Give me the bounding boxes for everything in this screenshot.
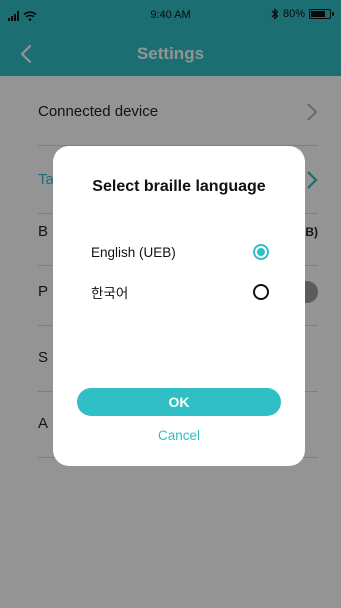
radio-button[interactable]	[253, 284, 269, 300]
language-option-english[interactable]: English (UEB)	[91, 240, 269, 264]
radio-button[interactable]	[253, 244, 269, 260]
language-option-korean[interactable]: 한국어	[91, 280, 269, 304]
ok-button[interactable]: OK	[77, 388, 281, 416]
dialog-title: Select braille language	[92, 178, 266, 195]
option-label: English (UEB)	[91, 244, 176, 260]
cancel-button[interactable]: Cancel	[53, 428, 305, 443]
braille-language-dialog: Select braille language English (UEB) 한국…	[53, 146, 305, 466]
settings-screen: 9:40 AM 80% Settings Connected device Ta…	[0, 0, 341, 608]
option-label: 한국어	[91, 286, 129, 301]
